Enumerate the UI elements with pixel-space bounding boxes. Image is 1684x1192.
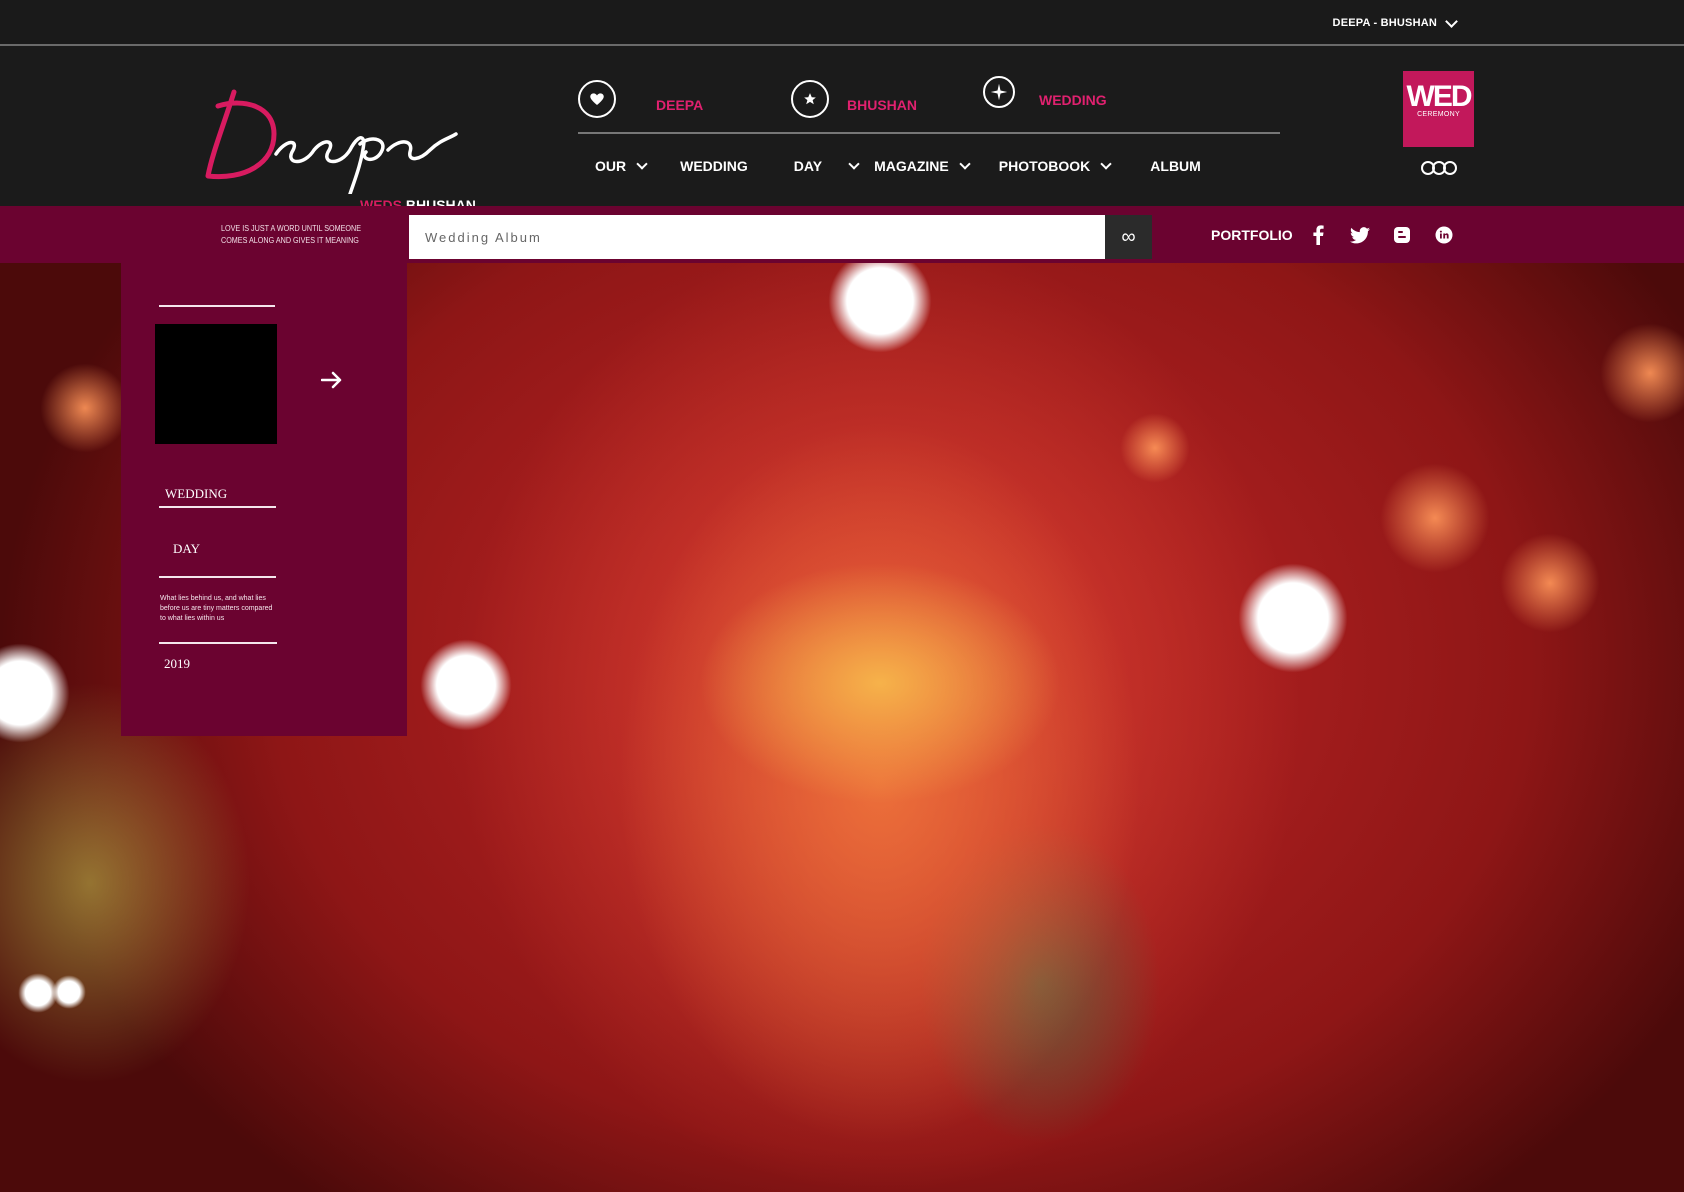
bokeh-light: [1380, 463, 1490, 573]
bokeh-light: [0, 643, 70, 743]
infinity-icon: ∞: [1121, 225, 1136, 248]
thumbnail-image[interactable]: [155, 324, 277, 444]
couple-item-wedding[interactable]: WEDDING: [983, 76, 1107, 108]
rings-icon: [1421, 161, 1457, 175]
love-quote-line: LOVE IS JUST A WORD UNTIL SOMEONE: [221, 224, 362, 233]
couple-label: WEDDING: [1039, 92, 1107, 108]
nav-label: DAY: [793, 158, 823, 174]
portfolio-link[interactable]: PORTFOLIO: [1211, 227, 1293, 243]
panel-quote: What lies behind us, and what lies befor…: [160, 595, 273, 622]
search-input[interactable]: [409, 215, 1105, 259]
panel-wedding-label: WEDDING: [165, 486, 228, 501]
divider: [159, 576, 276, 578]
linkedin-icon[interactable]: [1431, 222, 1457, 248]
social-links: [1305, 222, 1457, 248]
couple-label: BHUSHAN: [847, 97, 917, 113]
nav-label: MAGAZINE: [874, 158, 949, 174]
badge-title: WED: [1406, 80, 1473, 113]
couple-item-bhushan[interactable]: BHUSHAN: [791, 80, 917, 118]
compass-star-icon: [983, 76, 1015, 108]
bokeh-light: [40, 363, 130, 453]
chevron-down-icon: [848, 158, 860, 170]
nav-item-magazine[interactable]: MAGAZINE: [874, 158, 971, 174]
logo-script-icon: [205, 89, 458, 194]
arrow-right-icon[interactable]: [320, 368, 343, 396]
search-strip: LOVE IS JUST A WORD UNTIL SOMEONE COMES …: [0, 206, 1684, 263]
chevron-down-icon: [636, 158, 648, 170]
facebook-icon[interactable]: [1305, 222, 1331, 248]
header: WEDS BHUSHAN DEEPA BHUSHAN WEDDING OUR W…: [0, 48, 1684, 213]
couple-item-deepa[interactable]: DEEPA: [578, 80, 703, 118]
divider: [159, 642, 277, 644]
blogger-icon[interactable]: [1389, 222, 1415, 248]
top-bar: DEEPA - BHUSHAN: [0, 0, 1684, 46]
chevron-down-icon: [1445, 14, 1458, 28]
nav-label: WEDDING: [680, 158, 748, 174]
side-panel: WEDDING DAY What lies behind us, and wha…: [121, 263, 407, 736]
love-quote: LOVE IS JUST A WORD UNTIL SOMEONE COMES …: [221, 223, 361, 247]
twitter-icon[interactable]: [1347, 222, 1373, 248]
main-nav: OUR WEDDING DAY MAGAZINE PHOTOBOOK ALBUM: [595, 158, 1201, 174]
logo[interactable]: WEDS BHUSHAN: [204, 84, 476, 213]
search-box: [409, 215, 1105, 259]
divider: [159, 305, 275, 307]
nav-item-our[interactable]: OUR: [595, 158, 648, 174]
bokeh-light: [1600, 323, 1684, 423]
user-menu-label: DEEPA - BHUSHAN: [1332, 17, 1437, 29]
nav-label: PHOTOBOOK: [998, 158, 1091, 174]
chevron-down-icon: [1100, 158, 1112, 170]
panel-year: 2019: [164, 656, 190, 671]
heart-icon: [578, 80, 616, 118]
nav-item-photobook[interactable]: PHOTOBOOK: [998, 158, 1112, 174]
love-quote-line: COMES ALONG AND GIVES IT MEANING: [221, 236, 359, 245]
nav-label: OUR: [595, 158, 627, 174]
nav-item-day[interactable]: DAY: [793, 158, 860, 174]
nav-label: ALBUM: [1150, 158, 1201, 174]
wed-ceremony-badge[interactable]: WED CEREMONY: [1403, 71, 1474, 147]
star-icon: [791, 80, 829, 118]
bokeh-light: [1500, 533, 1600, 633]
bokeh-light: [420, 639, 512, 731]
bokeh-light: [52, 975, 86, 1009]
search-button[interactable]: ∞: [1105, 215, 1152, 259]
couple-bar: DEEPA BHUSHAN WEDDING: [578, 76, 1280, 134]
panel-day-label: DAY: [173, 541, 200, 556]
nav-item-album[interactable]: ALBUM: [1150, 158, 1201, 174]
divider: [159, 506, 276, 508]
chevron-down-icon: [959, 158, 971, 170]
couple-label: DEEPA: [656, 97, 704, 113]
bokeh-light: [1120, 413, 1190, 483]
bokeh-light: [1238, 563, 1348, 673]
bokeh-light: [828, 263, 932, 353]
nav-item-wedding[interactable]: WEDDING: [680, 158, 748, 174]
user-menu[interactable]: DEEPA - BHUSHAN: [1332, 14, 1458, 29]
